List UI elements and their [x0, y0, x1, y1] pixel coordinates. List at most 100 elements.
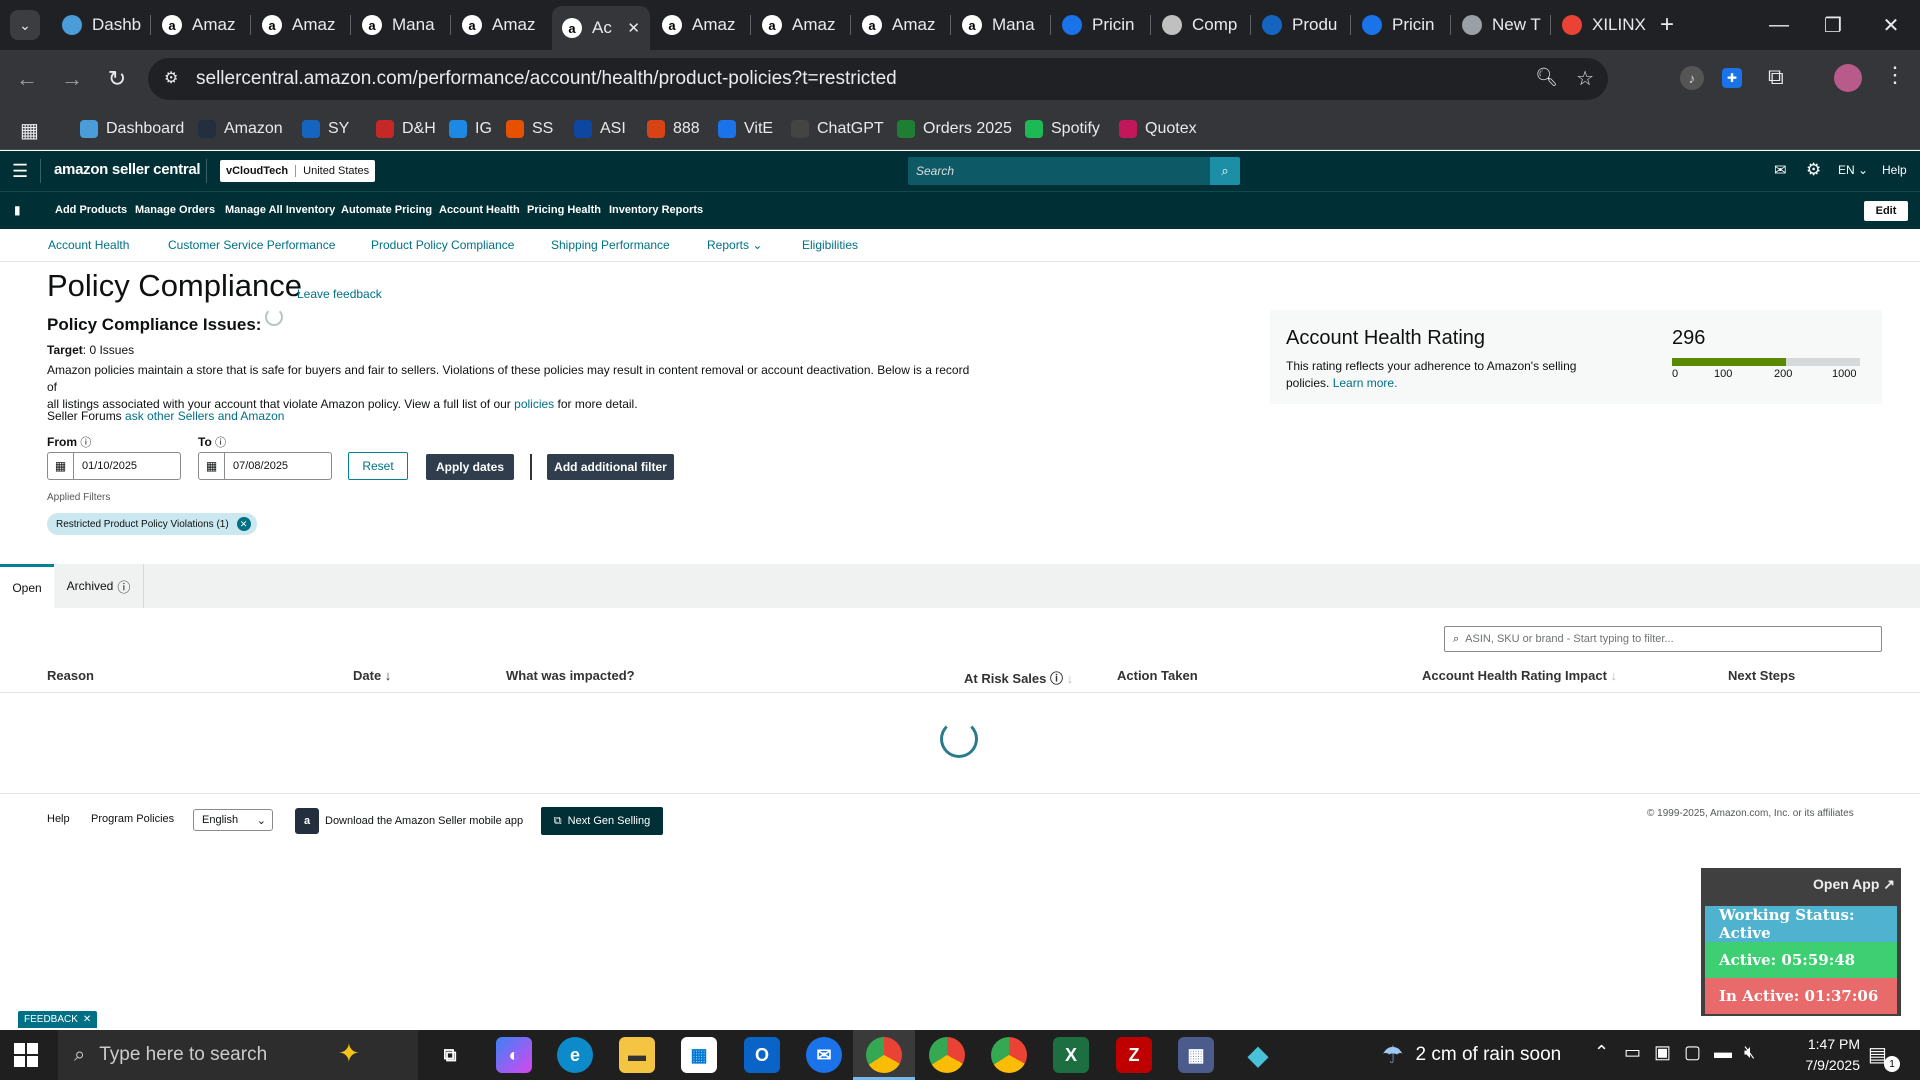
browser-tab[interactable]: Comp: [1152, 8, 1248, 42]
browser-tab[interactable]: a Amaz: [652, 8, 748, 42]
calendar-icon[interactable]: ▦: [48, 453, 74, 479]
battery-icon[interactable]: ▬: [1714, 1042, 1732, 1063]
header-search-input[interactable]: Search: [908, 157, 1210, 185]
excel-icon[interactable]: X: [1053, 1037, 1089, 1073]
help-circle-icon[interactable]: ⓘ: [117, 577, 130, 596]
browser-tab[interactable]: XILINX: [1552, 8, 1648, 42]
next-gen-selling-button[interactable]: ⧉ Next Gen Selling: [541, 807, 663, 835]
browser-tab[interactable]: a Mana: [352, 8, 448, 42]
mail-app-icon[interactable]: ✉: [806, 1037, 842, 1073]
network-icon[interactable]: ▭: [1624, 1042, 1641, 1063]
browser-tab[interactable]: a Amaz: [752, 8, 848, 42]
bookmark-item[interactable]: VitE: [718, 116, 773, 142]
help-circle-icon[interactable]: ⓘ: [80, 437, 91, 449]
bookmark-star-icon[interactable]: ☆: [1576, 66, 1594, 91]
chrome-icon[interactable]: [866, 1037, 902, 1073]
browser-tab[interactable]: Produ: [1252, 8, 1348, 42]
search-highlight-icon[interactable]: ✦: [338, 1038, 360, 1069]
footer-program-policies-link[interactable]: Program Policies: [91, 813, 174, 825]
bookmark-item[interactable]: Amazon: [198, 116, 283, 142]
restore-button[interactable]: ❐: [1805, 0, 1861, 50]
table-filter-input[interactable]: ⌕ ASIN, SKU or brand - Start typing to f…: [1444, 626, 1882, 652]
store-icon[interactable]: ▦: [681, 1037, 717, 1073]
close-window-button[interactable]: ✕: [1863, 0, 1919, 50]
seller-central-logo[interactable]: amazon seller central: [54, 161, 201, 178]
browser-tab[interactable]: a Amaz: [852, 8, 948, 42]
footer-help-link[interactable]: Help: [47, 813, 70, 825]
browser-tab[interactable]: a Amaz: [252, 8, 348, 42]
file-explorer-icon[interactable]: ▬: [619, 1037, 655, 1073]
reload-button[interactable]: ↻: [100, 62, 134, 96]
footer-language-select[interactable]: English ⌄: [193, 809, 273, 831]
extension-icon[interactable]: ✚: [1722, 68, 1742, 88]
windows-start-icon[interactable]: [14, 1043, 38, 1067]
column-action-taken[interactable]: Action Taken: [1117, 668, 1198, 683]
add-filter-button[interactable]: Add additional filter: [547, 454, 674, 480]
mail-icon[interactable]: ✉: [1774, 161, 1787, 179]
forward-button[interactable]: →: [55, 62, 89, 96]
bookmark-item[interactable]: Orders 2025: [897, 116, 1012, 142]
taskbar-search-input[interactable]: ⌕ Type here to search: [58, 1030, 418, 1080]
browser-tab[interactable]: a Amaz: [452, 8, 548, 42]
help-circle-icon[interactable]: ⓘ: [215, 437, 226, 449]
seller-forums-link[interactable]: ask other Sellers and Amazon: [125, 409, 284, 423]
bookmark-item[interactable]: SS: [506, 116, 553, 142]
tab-search-dropdown[interactable]: ⌄: [10, 10, 40, 40]
bookmark-item[interactable]: D&H: [376, 116, 436, 142]
profile-avatar[interactable]: [1834, 64, 1862, 92]
browser-tab[interactable]: a Ac ✕: [552, 6, 650, 50]
bookmark-item[interactable]: ASI: [574, 116, 626, 142]
site-info-icon[interactable]: ⚙: [164, 68, 178, 88]
subnav-item[interactable]: Eligibilities: [802, 238, 858, 252]
bookmark-item[interactable]: SY: [302, 116, 349, 142]
system-clock[interactable]: 1:47 PM 7/9/2025: [1780, 1034, 1861, 1076]
meet-icon[interactable]: ▣: [1654, 1042, 1671, 1063]
subnav-item[interactable]: Reports ⌄: [707, 238, 762, 252]
outlook-icon[interactable]: O: [744, 1037, 780, 1073]
calculator-icon[interactable]: ▦: [1178, 1037, 1214, 1073]
device-icon[interactable]: ▢: [1684, 1042, 1701, 1063]
from-date-field[interactable]: ▦ 01/10/2025: [47, 452, 181, 480]
leave-feedback-link[interactable]: Leave feedback: [297, 287, 382, 301]
copilot-icon[interactable]: ◐: [496, 1037, 532, 1073]
close-tab-icon[interactable]: ✕: [627, 19, 640, 37]
remove-filter-icon[interactable]: ✕: [236, 517, 251, 531]
browser-menu-icon[interactable]: ⋮: [1884, 62, 1906, 88]
bookmark-pin-icon[interactable]: ▮: [14, 203, 21, 217]
column-impacted[interactable]: What was impacted?: [506, 668, 635, 683]
nav-item[interactable]: Manage Orders: [135, 204, 215, 216]
minimize-button[interactable]: —: [1751, 0, 1807, 50]
apply-dates-button[interactable]: Apply dates: [426, 454, 514, 480]
new-tab-button[interactable]: +: [1652, 10, 1682, 40]
mobile-app-link[interactable]: a Download the Amazon Seller mobile app: [295, 808, 523, 834]
language-selector[interactable]: EN ⌄: [1838, 163, 1868, 177]
browser-tab[interactable]: a Mana: [952, 8, 1048, 42]
subnav-item[interactable]: Account Health: [48, 238, 129, 252]
browser-tab[interactable]: Dashb: [52, 8, 148, 42]
tab-open[interactable]: Open: [0, 564, 54, 608]
nav-item[interactable]: Account Health: [439, 204, 520, 216]
close-icon[interactable]: ✕: [83, 1014, 91, 1025]
extension-icon[interactable]: ♪: [1680, 66, 1704, 90]
apps-grid-icon[interactable]: ▦: [20, 118, 39, 143]
open-app-button[interactable]: Open App ↗: [1813, 876, 1895, 893]
reset-button[interactable]: Reset: [348, 452, 408, 480]
tab-archived[interactable]: Archived ⓘ: [54, 564, 144, 608]
column-reason[interactable]: Reason: [47, 668, 94, 683]
weather-widget[interactable]: ☂ 2 cm of rain soon: [1382, 1030, 1561, 1080]
chrome-icon[interactable]: [991, 1037, 1027, 1073]
nav-item[interactable]: Inventory Reports: [609, 204, 703, 216]
browser-tab[interactable]: a Amaz: [152, 8, 248, 42]
chrome-icon[interactable]: [929, 1037, 965, 1073]
app-icon[interactable]: ◆: [1240, 1037, 1276, 1073]
edge-icon[interactable]: e: [557, 1037, 593, 1073]
help-link[interactable]: Help: [1882, 163, 1907, 177]
column-date[interactable]: Date ↓: [353, 668, 391, 683]
edit-nav-button[interactable]: Edit: [1864, 201, 1908, 221]
hamburger-menu-icon[interactable]: ☰: [12, 161, 28, 182]
policies-link[interactable]: policies: [514, 397, 554, 411]
volume-muted-icon[interactable]: 🔇︎: [1744, 1042, 1755, 1063]
settings-gear-icon[interactable]: ⚙: [1806, 160, 1821, 180]
subnav-item[interactable]: Product Policy Compliance: [371, 238, 514, 252]
back-button[interactable]: ←: [10, 62, 44, 96]
